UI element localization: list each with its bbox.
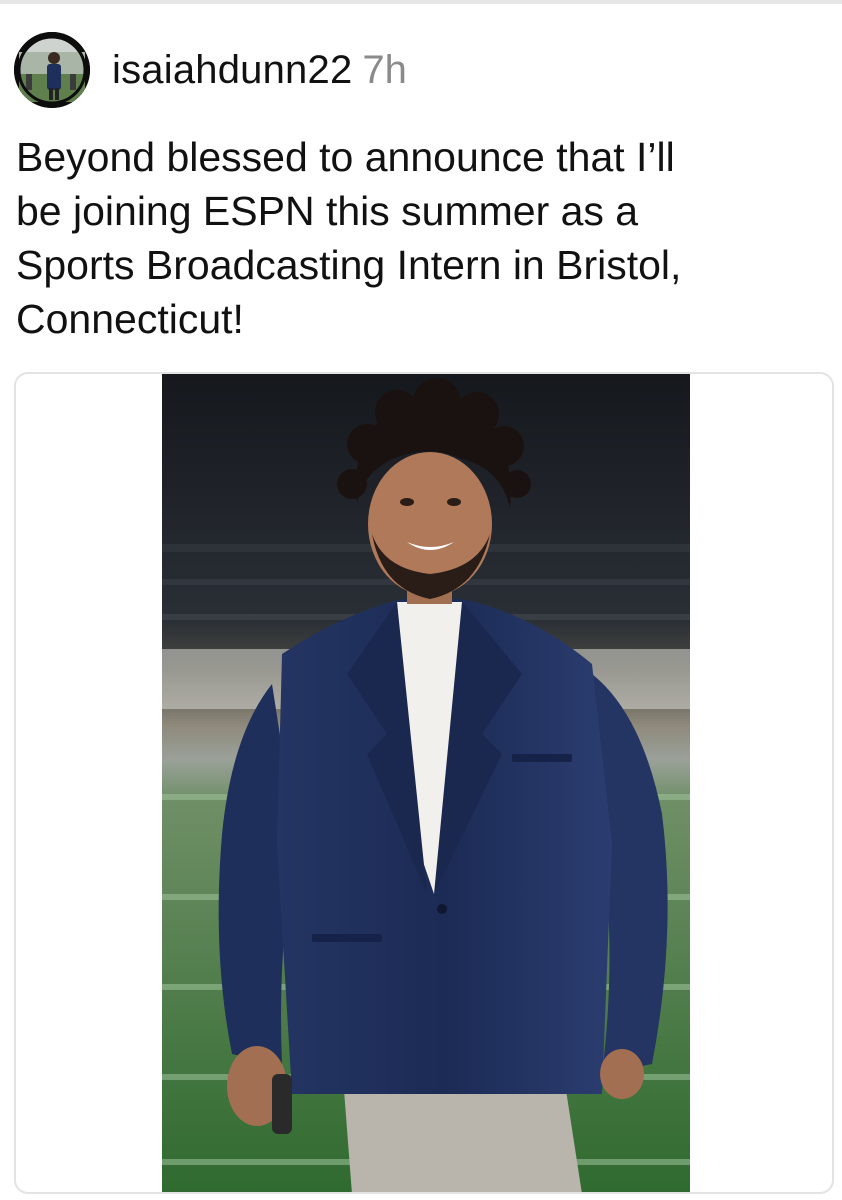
post-photo[interactable]	[162, 374, 690, 1192]
top-divider	[0, 0, 842, 4]
username[interactable]: isaiahdunn22	[112, 48, 352, 93]
profile-photo-icon	[14, 32, 90, 108]
post-timestamp: 7h	[362, 47, 407, 92]
avatar[interactable]	[14, 32, 90, 108]
person-photo-icon	[162, 374, 690, 1192]
media-card[interactable]	[14, 372, 834, 1194]
post-caption: Beyond blessed to announce that I’ll be …	[16, 134, 682, 342]
post-header: isaiahdunn22 7h	[14, 32, 407, 108]
